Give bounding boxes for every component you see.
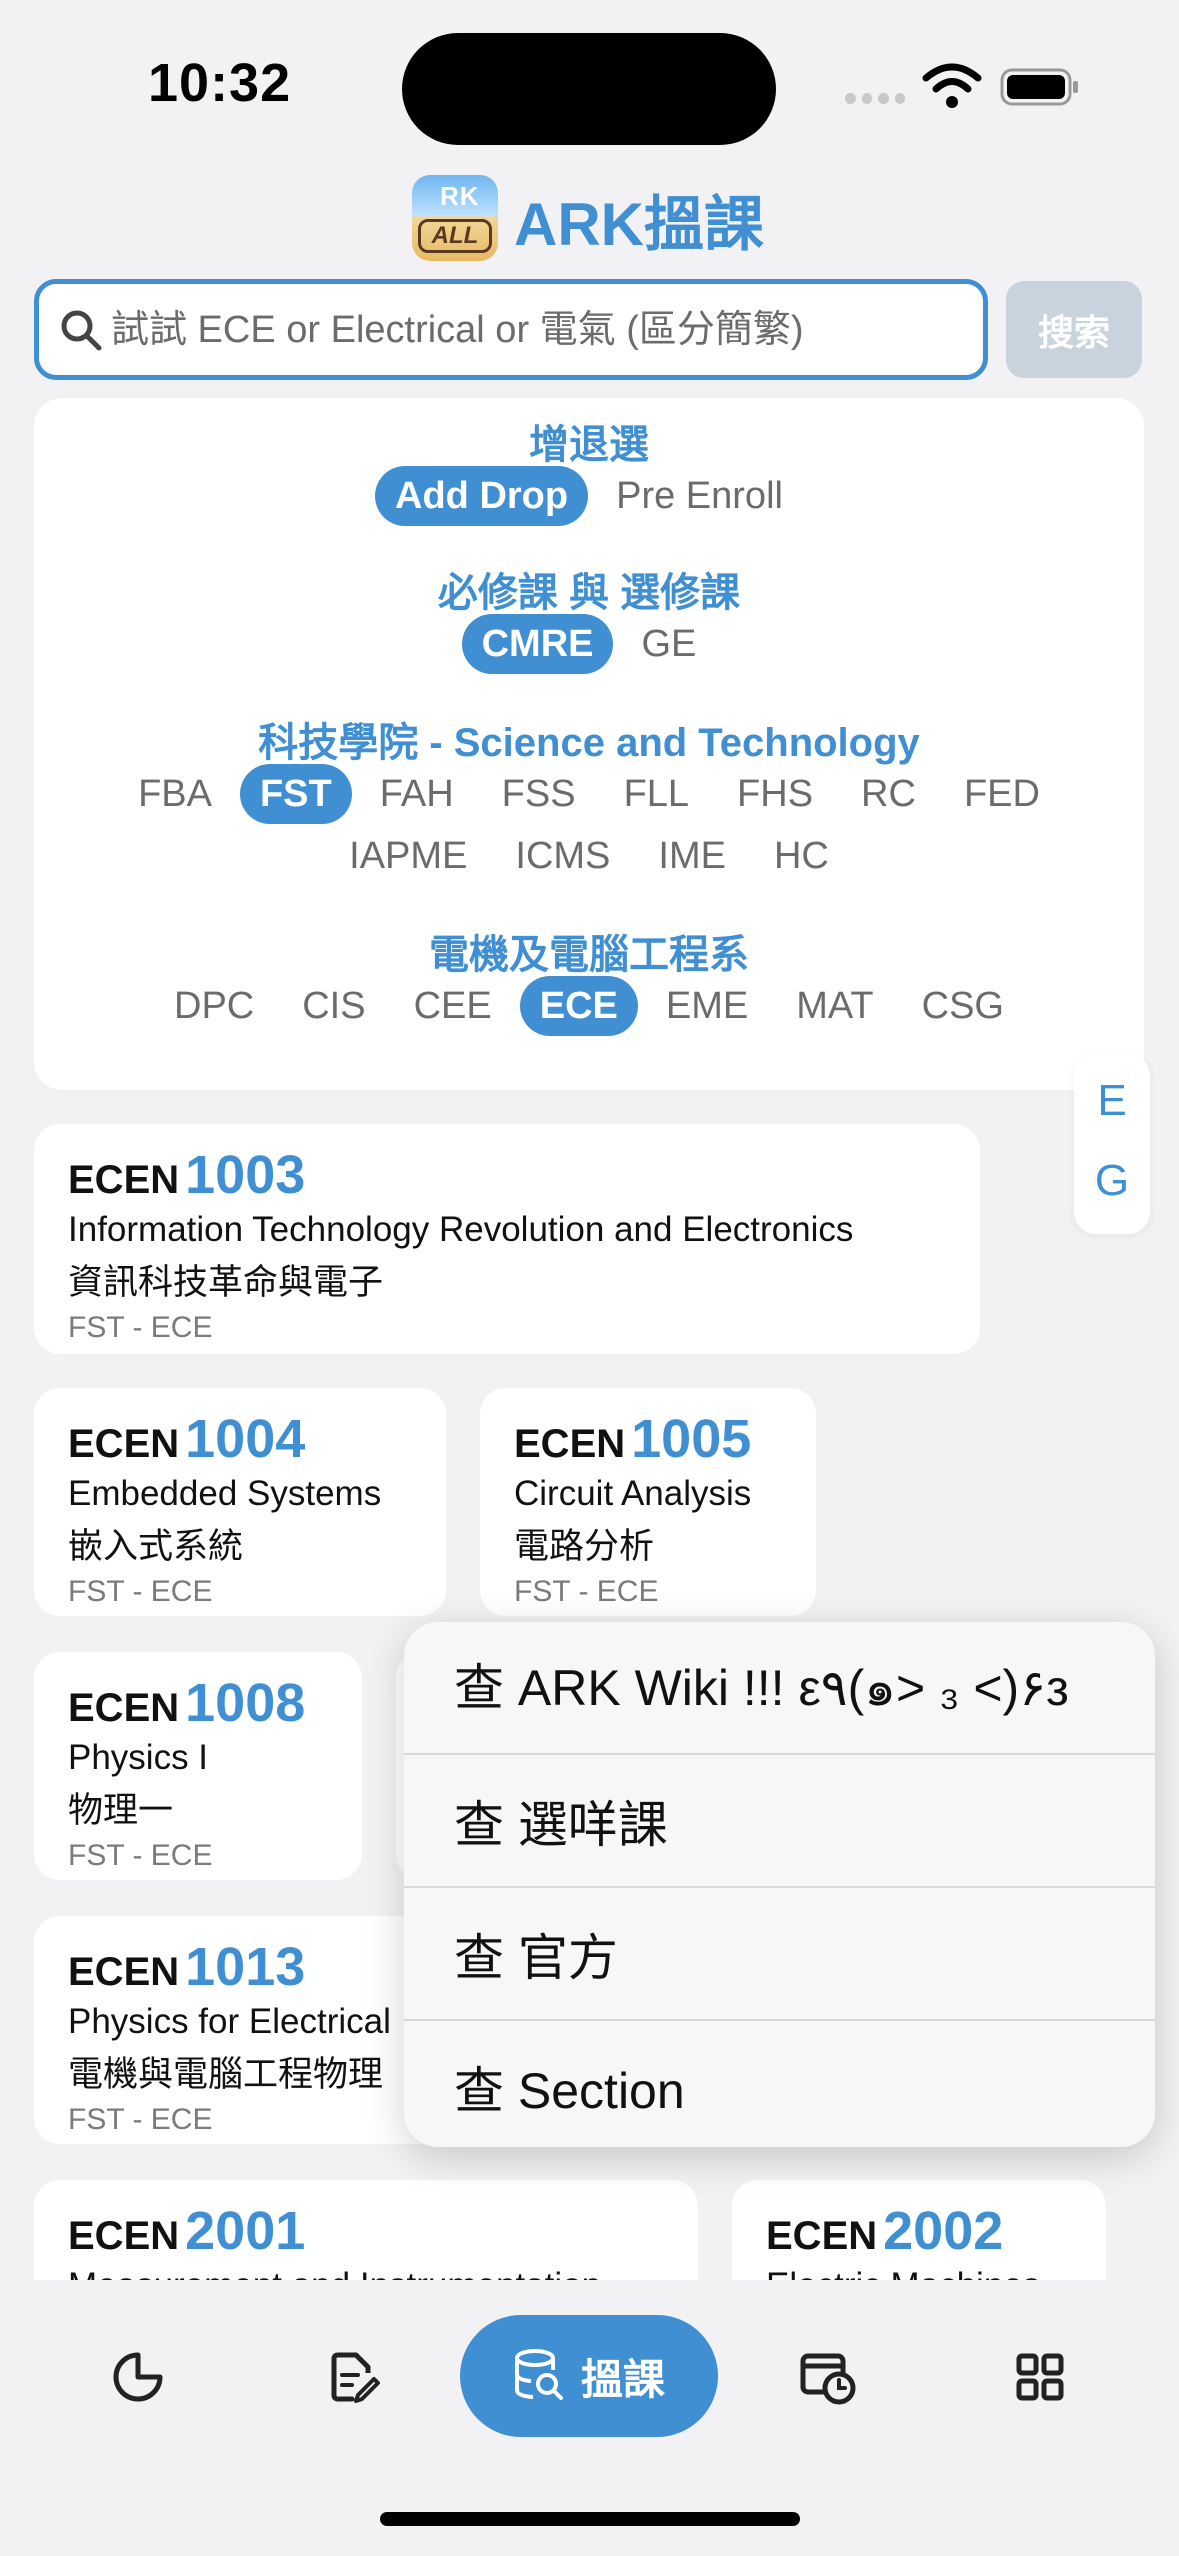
mode-title: 增退選 (529, 423, 649, 467)
course-prefix: ECEN (68, 1158, 180, 1202)
tab-more[interactable] (980, 2322, 1100, 2432)
course-prefix: ECEN (68, 1686, 180, 1730)
search-button[interactable]: 搜索 (1006, 281, 1142, 378)
course-title-en: Physics I (68, 1738, 209, 1777)
type-title: 必修課 與 選修課 (437, 571, 741, 615)
option-ge[interactable]: GE (621, 614, 716, 674)
course-card[interactable]: ECEN 1008 Physics I 物理一 FST - ECE (34, 1652, 362, 1880)
course-card[interactable]: ECEN 1004 Embedded Systems 嵌入式系統 FST - EC… (34, 1388, 446, 1616)
option-pre-enroll[interactable]: Pre Enroll (596, 466, 803, 526)
logo-rk-text: RK (440, 181, 480, 211)
mode-options: Add Drop Pre Enroll (34, 466, 1144, 526)
option-icms[interactable]: ICMS (495, 826, 630, 886)
course-faculty: FST - ECE (68, 1575, 213, 1608)
app-logo: RK ALL (412, 175, 498, 261)
course-number: 1005 (631, 1409, 752, 1469)
option-rc[interactable]: RC (841, 764, 936, 824)
cellular-signal-icon (845, 93, 905, 107)
option-cis[interactable]: CIS (282, 976, 385, 1036)
tab-timetable[interactable] (768, 2322, 888, 2432)
index-letter-e[interactable]: E (1074, 1076, 1150, 1126)
search-box[interactable] (34, 279, 988, 380)
option-fah[interactable]: FAH (360, 764, 474, 824)
option-fed[interactable]: FED (944, 764, 1060, 824)
option-ece[interactable]: ECE (519, 976, 638, 1036)
course-title-en: Embedded Systems (68, 1474, 382, 1513)
option-fll[interactable]: FLL (604, 764, 709, 824)
filter-panel: 增退選 Add Drop Pre Enroll 必修課 與 選修課 CMRE G… (34, 398, 1144, 1090)
search-input[interactable] (111, 300, 971, 360)
option-fss[interactable]: FSS (482, 764, 596, 824)
menu-item-official[interactable]: 查 官方 (404, 1888, 1155, 2019)
course-prefix: ECEN (514, 1422, 626, 1466)
course-prefix: ECEN (68, 2214, 180, 2258)
calendar-clock-icon (800, 2353, 856, 2405)
course-prefix: ECEN (68, 1950, 180, 1994)
faculty-title: 科技學院 - Science and Technology (258, 721, 920, 765)
course-number: 1003 (185, 1145, 306, 1205)
grid-icon (1016, 2353, 1064, 2401)
option-cee[interactable]: CEE (394, 976, 512, 1036)
pie-chart-icon (113, 2352, 163, 2402)
course-number: 2002 (883, 2201, 1004, 2261)
faculty-options-row2: IAPME ICMS IME HC (34, 826, 1144, 886)
option-add-drop[interactable]: Add Drop (375, 466, 589, 526)
tab-course-search-label: 搵課 (580, 2355, 665, 2403)
course-card[interactable]: ECEN 1005 Circuit Analysis 電路分析 FST - ECE (480, 1388, 816, 1616)
dynamic-island (402, 33, 776, 145)
option-fba[interactable]: FBA (118, 764, 232, 824)
course-faculty: FST - ECE (514, 1575, 659, 1608)
logo-all-text: ALL (418, 219, 492, 253)
course-card[interactable]: ECEN 1003 Information Technology Revoluti… (34, 1124, 980, 1354)
database-search-icon (514, 2349, 563, 2400)
course-prefix: ECEN (68, 1422, 180, 1466)
course-title-zh: 資訊科技革命與電子 (68, 1263, 384, 1302)
faculty-options-row1: FBA FST FAH FSS FLL FHS RC FED (34, 764, 1144, 824)
option-eme[interactable]: EME (646, 976, 768, 1036)
course-prefix: ECEN (766, 2214, 878, 2258)
status-time: 10:32 (148, 53, 292, 113)
option-csg[interactable]: CSG (902, 976, 1024, 1036)
type-options: CMRE GE (34, 614, 1144, 674)
course-faculty: FST - ECE (68, 1311, 213, 1344)
menu-item-section[interactable]: 查 Section (404, 2021, 1155, 2147)
department-options: DPC CIS CEE ECE EME MAT CSG (34, 976, 1144, 1036)
tab-notes[interactable] (294, 2322, 414, 2432)
course-title-zh: 電路分析 (514, 1527, 655, 1566)
menu-item-ark-wiki[interactable]: 查 ARK Wiki !!! ε٩(๑> ₃ <)۶з (404, 1622, 1155, 1753)
course-title-zh: 嵌入式系統 (68, 1527, 244, 1566)
option-fhs[interactable]: FHS (717, 764, 833, 824)
option-dpc[interactable]: DPC (154, 976, 274, 1036)
option-iapme[interactable]: IAPME (329, 826, 487, 886)
course-number: 1013 (185, 1937, 306, 1997)
department-title: 電機及電腦工程系 (429, 933, 749, 977)
course-number: 1008 (185, 1673, 306, 1733)
course-title-en: Circuit Analysis (514, 1474, 752, 1513)
option-cmre[interactable]: CMRE (461, 614, 614, 674)
context-menu: 查 ARK Wiki !!! ε٩(๑> ₃ <)۶з 查 選咩課 查 官方 查… (404, 1622, 1155, 2147)
search-icon (61, 310, 102, 351)
course-faculty: FST - ECE (68, 1839, 213, 1872)
course-title-zh: 物理一 (68, 1791, 174, 1830)
course-number: 2001 (185, 2201, 306, 2261)
menu-item-xuan-me-ke[interactable]: 查 選咩課 (404, 1755, 1155, 1886)
index-letter-g[interactable]: G (1074, 1156, 1150, 1206)
option-mat[interactable]: MAT (776, 976, 893, 1036)
option-fst[interactable]: FST (239, 764, 352, 824)
tab-stats[interactable] (78, 2322, 198, 2432)
option-hc[interactable]: HC (754, 826, 849, 886)
wifi-icon (922, 63, 982, 108)
course-title-en: Information Technology Revolution and El… (68, 1210, 854, 1249)
edit-document-icon (331, 2352, 380, 2403)
tab-course-search[interactable]: 搵課 (460, 2315, 718, 2437)
section-index-bar: E G (1074, 1054, 1150, 1234)
course-number: 1004 (185, 1409, 306, 1469)
battery-icon (1000, 68, 1078, 106)
app-title: ARK搵課 (514, 191, 764, 258)
option-ime[interactable]: IME (638, 826, 746, 886)
home-indicator (380, 2512, 800, 2526)
